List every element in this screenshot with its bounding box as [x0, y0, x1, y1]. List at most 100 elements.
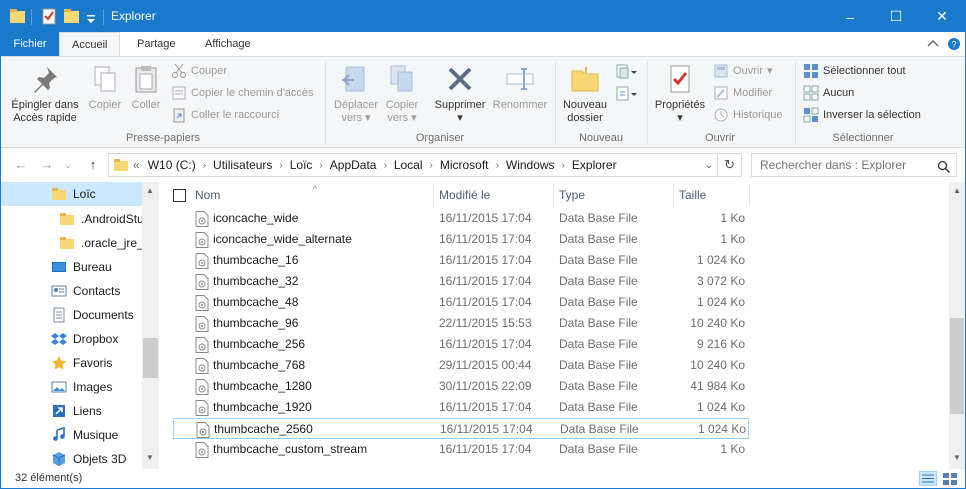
maximize-button[interactable]: ☐	[873, 1, 919, 32]
nav-item-bureau[interactable]: Bureau	[1, 255, 142, 279]
paste-shortcut-button[interactable]: Coller le raccourci	[171, 106, 279, 124]
customize-quick-access-icon[interactable]	[85, 7, 97, 27]
up-arrow-icon[interactable]: ↑	[83, 156, 103, 174]
pin-quick-access-button[interactable]: Épingler dans Accès rapide	[7, 63, 83, 125]
tab-affichage[interactable]: Affichage	[193, 32, 263, 56]
scroll-up-icon[interactable]: ▲	[953, 186, 961, 195]
easy-access-icon[interactable]	[615, 85, 639, 103]
scroll-down-icon[interactable]: ▼	[146, 453, 154, 462]
column-divider[interactable]	[749, 184, 750, 206]
search-icon[interactable]	[937, 160, 951, 174]
nav-item-favoris[interactable]: Favoris	[1, 351, 142, 375]
tab-partage[interactable]: Partage	[125, 32, 188, 56]
history-button[interactable]: Historique	[713, 106, 783, 124]
nav-item-images[interactable]: Images	[1, 375, 142, 399]
breadcrumb-chevron-icon[interactable]: ›	[493, 160, 502, 171]
breadcrumb-overflow[interactable]: «	[129, 158, 144, 172]
copy-button[interactable]: Copier	[85, 63, 125, 112]
file-row[interactable]: iconcache_wide 16/11/2015 17:04 Data Base …	[173, 208, 749, 229]
nav-item-liens[interactable]: Liens	[1, 399, 142, 423]
select-all-button[interactable]: Sélectionner tout	[803, 62, 906, 80]
file-row[interactable]: thumbcache_2560 16/11/2015 17:04 Data Base…	[173, 418, 749, 439]
breadcrumb-item[interactable]: Loïc	[286, 158, 317, 172]
breadcrumb-chevron-icon[interactable]: ›	[427, 160, 436, 171]
properties-quick-icon[interactable]	[41, 7, 59, 27]
open-button[interactable]: Ouvrir ▾	[713, 62, 772, 80]
forward-arrow-icon[interactable]: →	[37, 156, 57, 174]
nav-item-musique[interactable]: Musique	[1, 423, 142, 447]
recent-locations-chevron-icon[interactable]: ⌄	[61, 156, 75, 174]
file-row[interactable]: thumbcache_256 16/11/2015 17:04 Data Base …	[173, 334, 749, 355]
breadcrumb-item[interactable]: Microsoft	[436, 158, 493, 172]
scroll-up-icon[interactable]: ▲	[146, 186, 154, 195]
nav-item-objets-3d[interactable]: Objets 3D	[1, 447, 142, 469]
file-row[interactable]: thumbcache_96 22/11/2015 15:53 Data Base F…	[173, 313, 749, 334]
column-divider[interactable]	[433, 184, 434, 206]
breadcrumb-item[interactable]: Local	[390, 158, 427, 172]
column-header-size[interactable]: Taille	[679, 182, 706, 208]
nav-item-loic[interactable]: Loïc	[1, 182, 142, 206]
search-input[interactable]	[751, 153, 957, 177]
large-icons-view-icon[interactable]	[941, 471, 959, 486]
breadcrumb-chevron-icon[interactable]: ›	[316, 160, 325, 171]
nav-item-oracle-jre-usage[interactable]: .oracle_jre_usage	[1, 231, 142, 255]
breadcrumb-chevron-icon[interactable]: ›	[200, 160, 209, 171]
file-row[interactable]: thumbcache_1920 16/11/2015 17:04 Data Base…	[173, 397, 749, 418]
file-row[interactable]: thumbcache_16 16/11/2015 17:04 Data Base F…	[173, 250, 749, 271]
breadcrumb-chevron-icon[interactable]: ›	[559, 160, 568, 171]
collapse-ribbon-icon[interactable]	[927, 39, 939, 49]
select-none-button[interactable]: Aucun	[803, 84, 854, 102]
column-divider[interactable]	[673, 184, 674, 206]
refresh-icon[interactable]: ↻	[718, 157, 741, 173]
breadcrumb-item-current[interactable]: Explorer	[568, 158, 621, 172]
copy-to-button[interactable]: Copier vers ▾	[381, 63, 423, 125]
copy-path-button[interactable]: Copier le chemin d'accès	[171, 84, 314, 102]
breadcrumb-item[interactable]: W10 (C:)	[144, 158, 200, 172]
navigation-pane-scrollbar[interactable]: ▲ ▼	[142, 182, 159, 469]
column-header-modified[interactable]: Modifié le	[439, 182, 490, 208]
delete-button[interactable]: Supprimer ▾	[429, 63, 491, 125]
breadcrumb-item[interactable]: Utilisateurs	[209, 158, 276, 172]
breadcrumb-chevron-icon[interactable]: ›	[276, 160, 285, 171]
tab-fichier[interactable]: Fichier	[1, 32, 59, 56]
nav-item-contacts[interactable]: Contacts	[1, 279, 142, 303]
back-arrow-icon[interactable]: ←	[11, 156, 31, 174]
edit-button[interactable]: Modifier	[713, 84, 772, 102]
tab-accueil[interactable]: Accueil	[59, 32, 121, 57]
details-view-icon[interactable]	[919, 471, 937, 486]
cut-button[interactable]: Couper	[171, 62, 227, 80]
help-icon[interactable]: ?	[947, 37, 961, 51]
nav-item-androidstudio[interactable]: .AndroidStudio	[1, 207, 142, 231]
breadcrumb-item[interactable]: Windows	[502, 158, 559, 172]
column-header-type[interactable]: Type	[559, 182, 585, 208]
file-list-scrollbar[interactable]: ▲ ▼	[949, 182, 965, 469]
scrollbar-thumb[interactable]	[143, 338, 158, 378]
file-row[interactable]: thumbcache_custom_stream 16/11/2015 17:04…	[173, 439, 749, 460]
breadcrumb-item[interactable]: AppData	[326, 158, 381, 172]
properties-button[interactable]: Propriétés ▾	[651, 63, 709, 125]
file-row[interactable]: iconcache_wide_alternate 16/11/2015 17:04…	[173, 229, 749, 250]
new-item-icon[interactable]	[615, 63, 639, 81]
new-folder-quick-icon[interactable]	[63, 7, 81, 27]
move-to-button[interactable]: Déplacer vers ▾	[331, 63, 381, 125]
close-button[interactable]: ✕	[919, 1, 965, 32]
column-divider[interactable]	[553, 184, 554, 206]
address-bar[interactable]: « W10 (C:) › Utilisateurs › Loïc › AppData ›…	[108, 153, 742, 177]
file-row[interactable]: thumbcache_32 16/11/2015 17:04 Data Base F…	[173, 271, 749, 292]
new-folder-button[interactable]: Nouveau dossier	[559, 63, 611, 125]
nav-item-dropbox[interactable]: Dropbox	[1, 327, 142, 351]
scroll-down-icon[interactable]: ▼	[953, 453, 961, 462]
address-history-chevron-icon[interactable]: ⌄	[701, 160, 717, 171]
file-row[interactable]: thumbcache_48 16/11/2015 17:04 Data Base F…	[173, 292, 749, 313]
invert-selection-button[interactable]: Inverser la sélection	[803, 106, 921, 124]
breadcrumb-chevron-icon[interactable]: ›	[380, 160, 389, 171]
select-all-checkbox[interactable]	[173, 189, 186, 202]
rename-button[interactable]: Renommer	[491, 63, 549, 112]
scrollbar-thumb[interactable]	[950, 318, 964, 414]
column-header-name[interactable]: Nom	[195, 182, 220, 208]
paste-button[interactable]: Coller	[127, 63, 165, 112]
minimize-button[interactable]: –	[827, 1, 873, 32]
file-row[interactable]: thumbcache_1280 30/11/2015 22:09 Data Base…	[173, 376, 749, 397]
file-row[interactable]: thumbcache_768 29/11/2015 00:44 Data Base …	[173, 355, 749, 376]
nav-item-documents[interactable]: Documents	[1, 303, 142, 327]
